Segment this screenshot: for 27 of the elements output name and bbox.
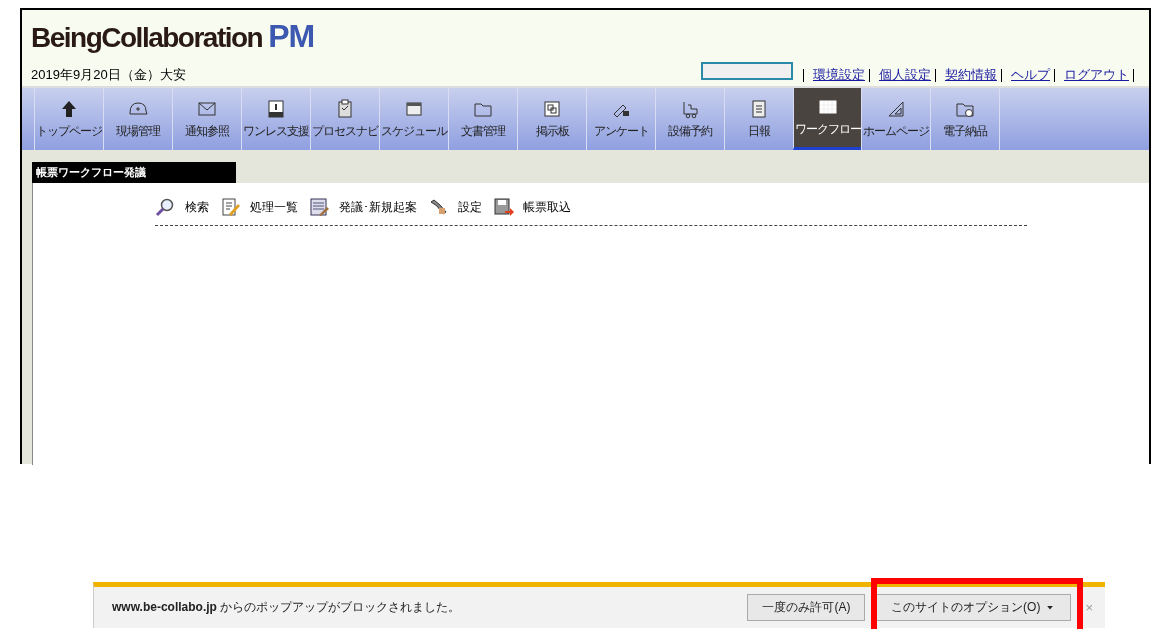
- toolbar-link[interactable]: 処理一覧: [250, 198, 298, 216]
- logo-suffix: PM: [268, 18, 315, 55]
- board-icon: [542, 98, 562, 119]
- toolbar-link[interactable]: 帳票取込: [523, 198, 571, 216]
- nav-tab[interactable]: ワークフロー: [793, 88, 861, 150]
- options-button[interactable]: このサイトのオプション(O): [875, 594, 1072, 621]
- allow-button[interactable]: 一度のみ許可(A): [747, 594, 866, 621]
- toolbar-link[interactable]: 設定: [458, 198, 482, 216]
- document-icon: [749, 98, 769, 119]
- pencil-document-icon[interactable]: [220, 197, 242, 217]
- form-pen-icon[interactable]: [309, 197, 331, 217]
- header-link[interactable]: 個人設定: [879, 66, 931, 84]
- date-text: 2019年9月20日（金）大安: [31, 66, 186, 84]
- logo-text: BeingCollaboration: [31, 21, 263, 55]
- panel-title: 帳票ワークフロー発議: [32, 162, 236, 183]
- search-field[interactable]: [701, 62, 793, 80]
- floppy-arrow-icon[interactable]: [493, 197, 515, 217]
- grid-icon: [817, 97, 838, 117]
- clipboard-icon: [335, 98, 355, 119]
- calendar-icon: [266, 98, 286, 119]
- header-link[interactable]: 環境設定: [813, 66, 865, 84]
- toolbar-link[interactable]: 検索: [185, 198, 209, 216]
- popup-message: www.be-collabo.jp からのポップアップがブロックされました。: [112, 599, 462, 616]
- toolbar-link[interactable]: 発議･新規起案: [339, 198, 417, 216]
- header-link[interactable]: ログアウト: [1064, 66, 1129, 84]
- header-link[interactable]: 契約情報: [945, 66, 997, 84]
- header-link[interactable]: ヘルプ: [1011, 66, 1050, 84]
